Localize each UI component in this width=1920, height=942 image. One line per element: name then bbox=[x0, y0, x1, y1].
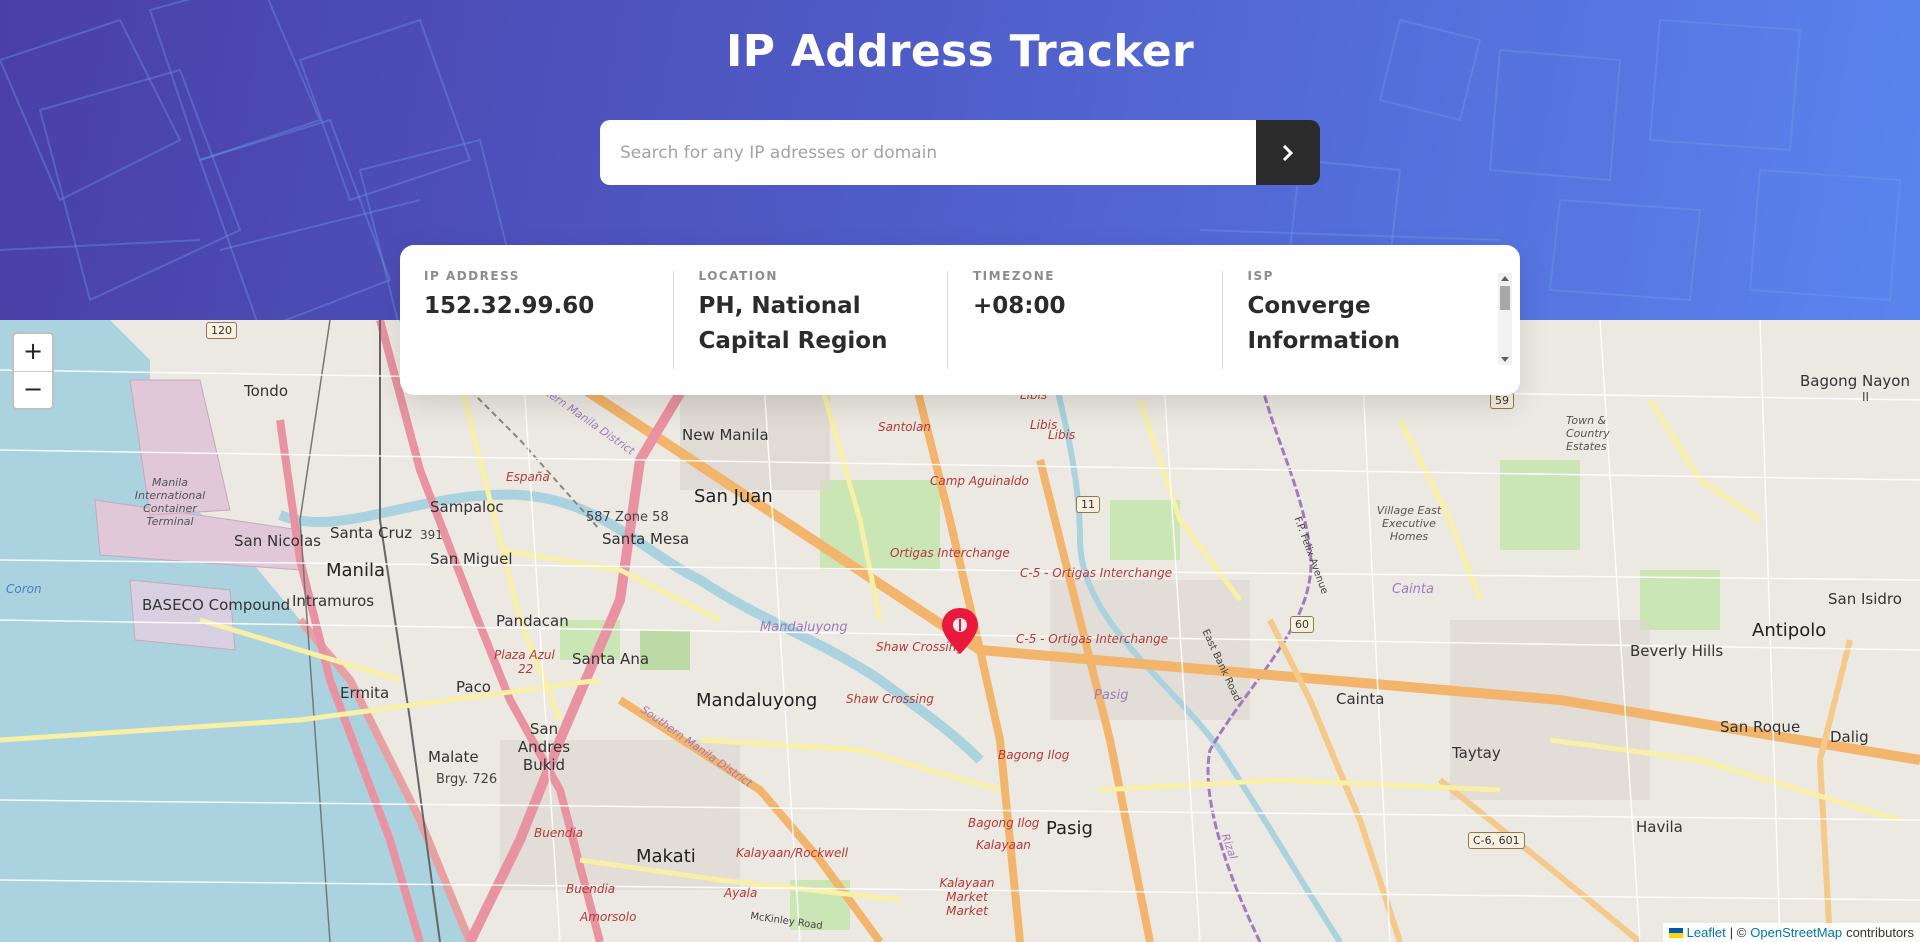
zoom-out-button[interactable]: − bbox=[14, 371, 52, 408]
map-label: Ayala bbox=[724, 886, 758, 900]
leaflet-link[interactable]: Leaflet bbox=[1687, 925, 1726, 940]
map-label: Camp Aguinaldo bbox=[930, 474, 1029, 488]
scroll-up-arrow-icon[interactable] bbox=[1501, 276, 1509, 281]
ip-address-value: 152.32.99.60 bbox=[424, 293, 595, 319]
map-label: Cainta bbox=[1336, 690, 1385, 708]
map-label: Taytay bbox=[1452, 744, 1501, 762]
map-label: II bbox=[1862, 390, 1870, 404]
ukraine-flag-icon bbox=[1668, 927, 1683, 938]
map-label: Paco bbox=[456, 678, 491, 696]
location-section: LOCATION PH, National Capital Region bbox=[672, 269, 948, 395]
map-label: Pasig bbox=[1094, 688, 1129, 703]
map-label: San Juan bbox=[694, 486, 773, 507]
timezone-label: TIMEZONE bbox=[973, 269, 1055, 283]
page-title: IP Address Tracker bbox=[726, 26, 1194, 77]
map-label: Mandaluyong bbox=[760, 620, 848, 635]
map-label: Shaw Crossing bbox=[846, 692, 934, 706]
search-input[interactable] bbox=[600, 120, 1256, 185]
map-label: New Manila bbox=[682, 426, 769, 444]
ip-info-card: IP ADDRESS 152.32.99.60 LOCATION PH, Nat… bbox=[400, 245, 1520, 395]
map-label: Ortigas Interchange bbox=[890, 546, 1010, 560]
map-label: Pasig bbox=[1046, 818, 1093, 839]
scroll-thumb[interactable] bbox=[1500, 286, 1510, 310]
openstreetmap-link[interactable]: OpenStreetMap bbox=[1750, 925, 1842, 940]
road-shield: 120 bbox=[206, 322, 237, 339]
zoom-in-button[interactable]: + bbox=[14, 334, 52, 371]
map-label: Manila International Container Terminal bbox=[134, 476, 206, 528]
map-attribution: Leaflet | © OpenStreetMap contributors bbox=[1662, 923, 1920, 942]
map-label: Mandaluyong bbox=[696, 690, 818, 711]
map-label: Manila bbox=[326, 560, 386, 581]
road-shield: 11 bbox=[1076, 496, 1100, 513]
map-pin-icon bbox=[942, 608, 978, 654]
map-label: Santolan bbox=[878, 420, 931, 434]
map-label: Amorsolo bbox=[580, 910, 637, 924]
map-label: Pandacan bbox=[496, 612, 569, 630]
map-label: Havila bbox=[1636, 818, 1683, 836]
map-label: Santa Cruz bbox=[330, 524, 413, 542]
map-label: Antipolo bbox=[1752, 620, 1827, 641]
map-label: Buendia bbox=[566, 882, 616, 896]
location-marker[interactable] bbox=[940, 606, 980, 660]
map-label: España bbox=[506, 470, 550, 484]
attribution-separator: | © bbox=[1729, 925, 1747, 940]
attribution-suffix: contributors bbox=[1846, 925, 1914, 940]
map-label: San Nicolas bbox=[234, 532, 321, 550]
map-label: BASECO Compound bbox=[142, 596, 291, 614]
map-label: Tondo bbox=[244, 382, 288, 400]
search-bar bbox=[600, 120, 1320, 185]
map-label: Kalayaan bbox=[976, 838, 1031, 852]
map-label: 391 bbox=[420, 528, 443, 542]
map-label: 22 bbox=[518, 662, 534, 676]
map-label: Dalig bbox=[1830, 728, 1869, 746]
location-label: LOCATION bbox=[698, 269, 778, 283]
map-label: C-5 - Ortigas Interchange bbox=[1016, 632, 1169, 646]
timezone-value: +08:00 bbox=[973, 293, 1066, 319]
map-label: Bagong Ilog bbox=[998, 748, 1070, 762]
map-label: Town & Country Estates bbox=[1566, 414, 1610, 453]
map-label: Santa Ana bbox=[572, 650, 650, 668]
location-value: PH, National Capital Region bbox=[698, 293, 888, 354]
map-label: San Miguel bbox=[430, 550, 513, 568]
scroll-down-arrow-icon[interactable] bbox=[1501, 357, 1509, 362]
card-scrollbar[interactable] bbox=[1498, 273, 1512, 365]
map-label: Brgy. 726 bbox=[436, 772, 498, 787]
map-label: San Roque bbox=[1720, 718, 1801, 736]
map-label: Intramuros bbox=[292, 592, 375, 610]
map-label: Ermita bbox=[340, 684, 390, 702]
map-label: Coron bbox=[6, 582, 42, 596]
timezone-section: TIMEZONE +08:00 bbox=[947, 269, 1222, 395]
map-label: Sampaloc bbox=[430, 498, 504, 516]
isp-section: ISP Converge Information bbox=[1221, 269, 1497, 395]
map-label: San Andres Bukid bbox=[517, 720, 571, 774]
map-label: San Isidro bbox=[1828, 590, 1902, 608]
map-label: Kalayaan/Rockwell bbox=[736, 846, 849, 860]
map-label: C-5 - Ortigas Interchange bbox=[1020, 566, 1173, 580]
map-label: 587 Zone 58 bbox=[586, 510, 669, 525]
road-shield: 60 bbox=[1290, 616, 1314, 633]
isp-value: Converge Information bbox=[1247, 293, 1401, 354]
map-label: Cainta bbox=[1392, 582, 1434, 597]
ip-address-section: IP ADDRESS 152.32.99.60 bbox=[424, 269, 673, 395]
map-label: Libis bbox=[1048, 428, 1076, 442]
map-label: Kalayaan Market Market bbox=[939, 876, 995, 918]
map-label: Makati bbox=[636, 846, 696, 867]
chevron-right-icon bbox=[1282, 144, 1294, 161]
map-label: Malate bbox=[428, 748, 479, 766]
isp-label: ISP bbox=[1247, 269, 1274, 283]
zoom-control: + − bbox=[12, 332, 54, 410]
map-label: Village East Executive Homes bbox=[1376, 504, 1442, 543]
map-label: Beverly Hills bbox=[1630, 642, 1724, 660]
map-label: Bagong Ilog bbox=[968, 816, 1040, 830]
map-label: Buendia bbox=[534, 826, 584, 840]
map-label: Santa Mesa bbox=[602, 530, 690, 548]
search-submit-button[interactable] bbox=[1256, 120, 1320, 185]
ip-address-label: IP ADDRESS bbox=[424, 269, 520, 283]
road-shield: C-6, 601 bbox=[1468, 832, 1525, 849]
map-label: Plaza Azul bbox=[494, 648, 555, 662]
map-label: Bagong Nayon bbox=[1800, 372, 1910, 390]
